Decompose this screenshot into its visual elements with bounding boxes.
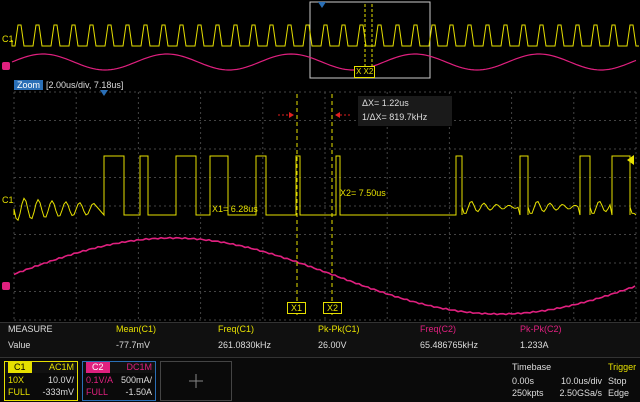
overview-c1-marker: C1 — [2, 34, 14, 44]
cursor-x2-arrowhead — [335, 112, 340, 118]
measure-value-freq-c2: 65.486765kHz — [420, 340, 479, 350]
ch2-scale: 500mA/ — [120, 375, 152, 385]
ch1-name: C1 — [8, 362, 32, 373]
trigger-type: Edge — [608, 388, 630, 398]
plus-icon — [189, 374, 203, 388]
measure-value-freq-c1: 261.0830kHz — [218, 340, 272, 350]
ch2-probe: 0.1V/A — [86, 375, 114, 385]
timebase-panel[interactable]: Timebase 0.00s 10.0us/div 250kpts 2.50GS… — [508, 360, 604, 400]
cursor-x1-tag[interactable]: X1 — [287, 302, 307, 314]
measure-header-row: MEASURE Mean(C1) Freq(C1) Pk-Pk(C1) Freq… — [0, 324, 640, 340]
trigger-state: Stop — [608, 376, 627, 386]
measure-value-pkpk-c2: 1.233A — [520, 340, 549, 350]
inv-delta-x-readout: 1/ΔX= 819.7kHz — [362, 112, 428, 122]
ch1-ground-marker: C1 — [2, 195, 14, 205]
ch1-scale: 10.0V/ — [47, 375, 74, 385]
measure-header-mean-c1: Mean(C1) — [116, 324, 157, 334]
timebase-rate: 2.50GSa/s — [559, 388, 602, 398]
measure-title: MEASURE — [8, 324, 53, 334]
overview-ch1-trace — [11, 24, 639, 47]
timebase-title: Timebase — [512, 362, 552, 372]
cursor-readout-box: ΔX= 1.22us 1/ΔX= 819.7kHz — [358, 96, 452, 126]
delta-x-readout: ΔX= 1.22us — [362, 98, 409, 108]
ch2-bandwidth: FULL — [86, 387, 109, 397]
measure-header-pkpk-c2: Pk-Pk(C2) — [520, 324, 562, 334]
zoom-waveform-area[interactable]: C1 ΔX= 1.22us 1/ΔX= 819.7kHz X1= 6.28us … — [0, 90, 640, 322]
overview-cursor-tag: X X2 — [354, 66, 376, 78]
ch1-offset: -333mV — [42, 387, 74, 397]
overview-c2-marker — [2, 62, 10, 70]
ch1-coupling: AC1M — [48, 362, 74, 372]
bottom-status-bar: C1 AC1M 10X 10.0V/ FULL -333mV C2 DC1M 0… — [0, 357, 640, 402]
overview-waveform-strip[interactable]: C1 X X2 — [0, 0, 640, 80]
cursor-x1-arrowhead — [289, 112, 294, 118]
trigger-panel[interactable]: Trigger Stop Edge — [606, 360, 640, 400]
cursor-x2-tag[interactable]: X2 — [323, 302, 343, 314]
ch1-bandwidth: FULL — [8, 387, 31, 397]
x1-value-label: X1= 6.28us — [212, 204, 258, 214]
measure-panel[interactable]: MEASURE Mean(C1) Freq(C1) Pk-Pk(C1) Freq… — [0, 322, 640, 357]
ch2-offset: -1.50A — [125, 387, 152, 397]
measure-value-mean-c1: -77.7mV — [116, 340, 151, 350]
x2-value-label: X2= 7.50us — [340, 188, 386, 198]
ch1-probe: 10X — [8, 375, 25, 385]
timebase-delay: 0.00s — [512, 376, 535, 386]
trigger-position-marker — [100, 90, 108, 96]
measure-value-row: Value -77.7mV 261.0830kHz 26.00V 65.4867… — [0, 340, 640, 356]
ch2-coupling: DC1M — [126, 362, 152, 372]
timebase-scale: 10.0us/div — [560, 376, 602, 386]
overview-trigger-marker — [318, 2, 326, 8]
ch1-settings-box[interactable]: C1 AC1M 10X 10.0V/ FULL -333mV — [4, 361, 78, 401]
measure-header-freq-c1: Freq(C1) — [218, 324, 255, 334]
graticule-grid — [13, 91, 637, 321]
measure-value-pkpk-c1: 26.00V — [318, 340, 347, 350]
ch2-name: C2 — [86, 362, 110, 373]
add-channel-button[interactable] — [160, 361, 232, 401]
trigger-title: Trigger — [608, 362, 637, 372]
measure-row-label: Value — [8, 340, 31, 350]
measure-header-freq-c2: Freq(C2) — [420, 324, 457, 334]
overview-ch2-trace — [11, 53, 637, 71]
ch2-settings-box[interactable]: C2 DC1M 0.1V/A 500mA/ FULL -1.50A — [82, 361, 156, 401]
measure-header-pkpk-c1: Pk-Pk(C1) — [318, 324, 360, 334]
timebase-points: 250kpts — [512, 388, 544, 398]
ch2-ground-marker — [2, 282, 10, 290]
